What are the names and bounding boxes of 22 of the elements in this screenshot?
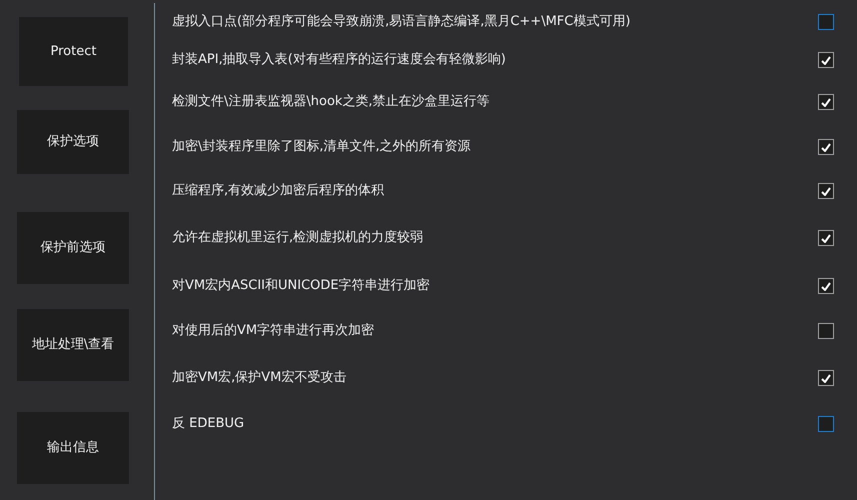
option-label: 反 EDEBUG (172, 415, 246, 434)
nav-button[interactable]: 保护前选项 (17, 212, 129, 284)
checkmark-icon (821, 282, 831, 290)
checkmark-icon (821, 98, 831, 106)
option-label: 压缩程序,有效减少加密后程序的体积 (172, 182, 386, 200)
option-label: 对VM宏内ASCII和UNICODE字符串进行加密 (172, 277, 431, 296)
nav-button[interactable]: 地址处理\查看 (17, 309, 129, 381)
checkmark-icon (821, 374, 831, 382)
nav-button[interactable]: 输出信息 (17, 412, 129, 484)
option-label: 加密\封装程序里除了图标,清单文件,之外的所有资源 (172, 138, 472, 156)
option-label: 加密VM宏,保护VM宏不受攻击 (172, 369, 348, 388)
checkmark-icon (821, 234, 831, 242)
nav-button[interactable]: 保护选项 (17, 110, 129, 174)
nav-button[interactable]: Protect (19, 17, 128, 86)
option-label: 虚拟入口点(部分程序可能会导致崩溃,易语言静态编译,黑月C++\MFC模式可用) (172, 13, 632, 32)
option-label: 封装API,抽取导入表(对有些程序的运行速度会有轻微影响) (172, 51, 507, 70)
option-label: 允许在虚拟机里运行,检测虚拟机的力度较弱 (172, 229, 424, 248)
checkmark-icon (821, 186, 831, 196)
checkmark-icon (821, 142, 831, 152)
option-label: 对使用后的VM字符串进行再次加密 (172, 322, 376, 340)
checkmark-icon (821, 56, 831, 64)
option-label: 检测文件\注册表监视器\hook之类,禁止在沙盒里运行等 (172, 93, 491, 112)
